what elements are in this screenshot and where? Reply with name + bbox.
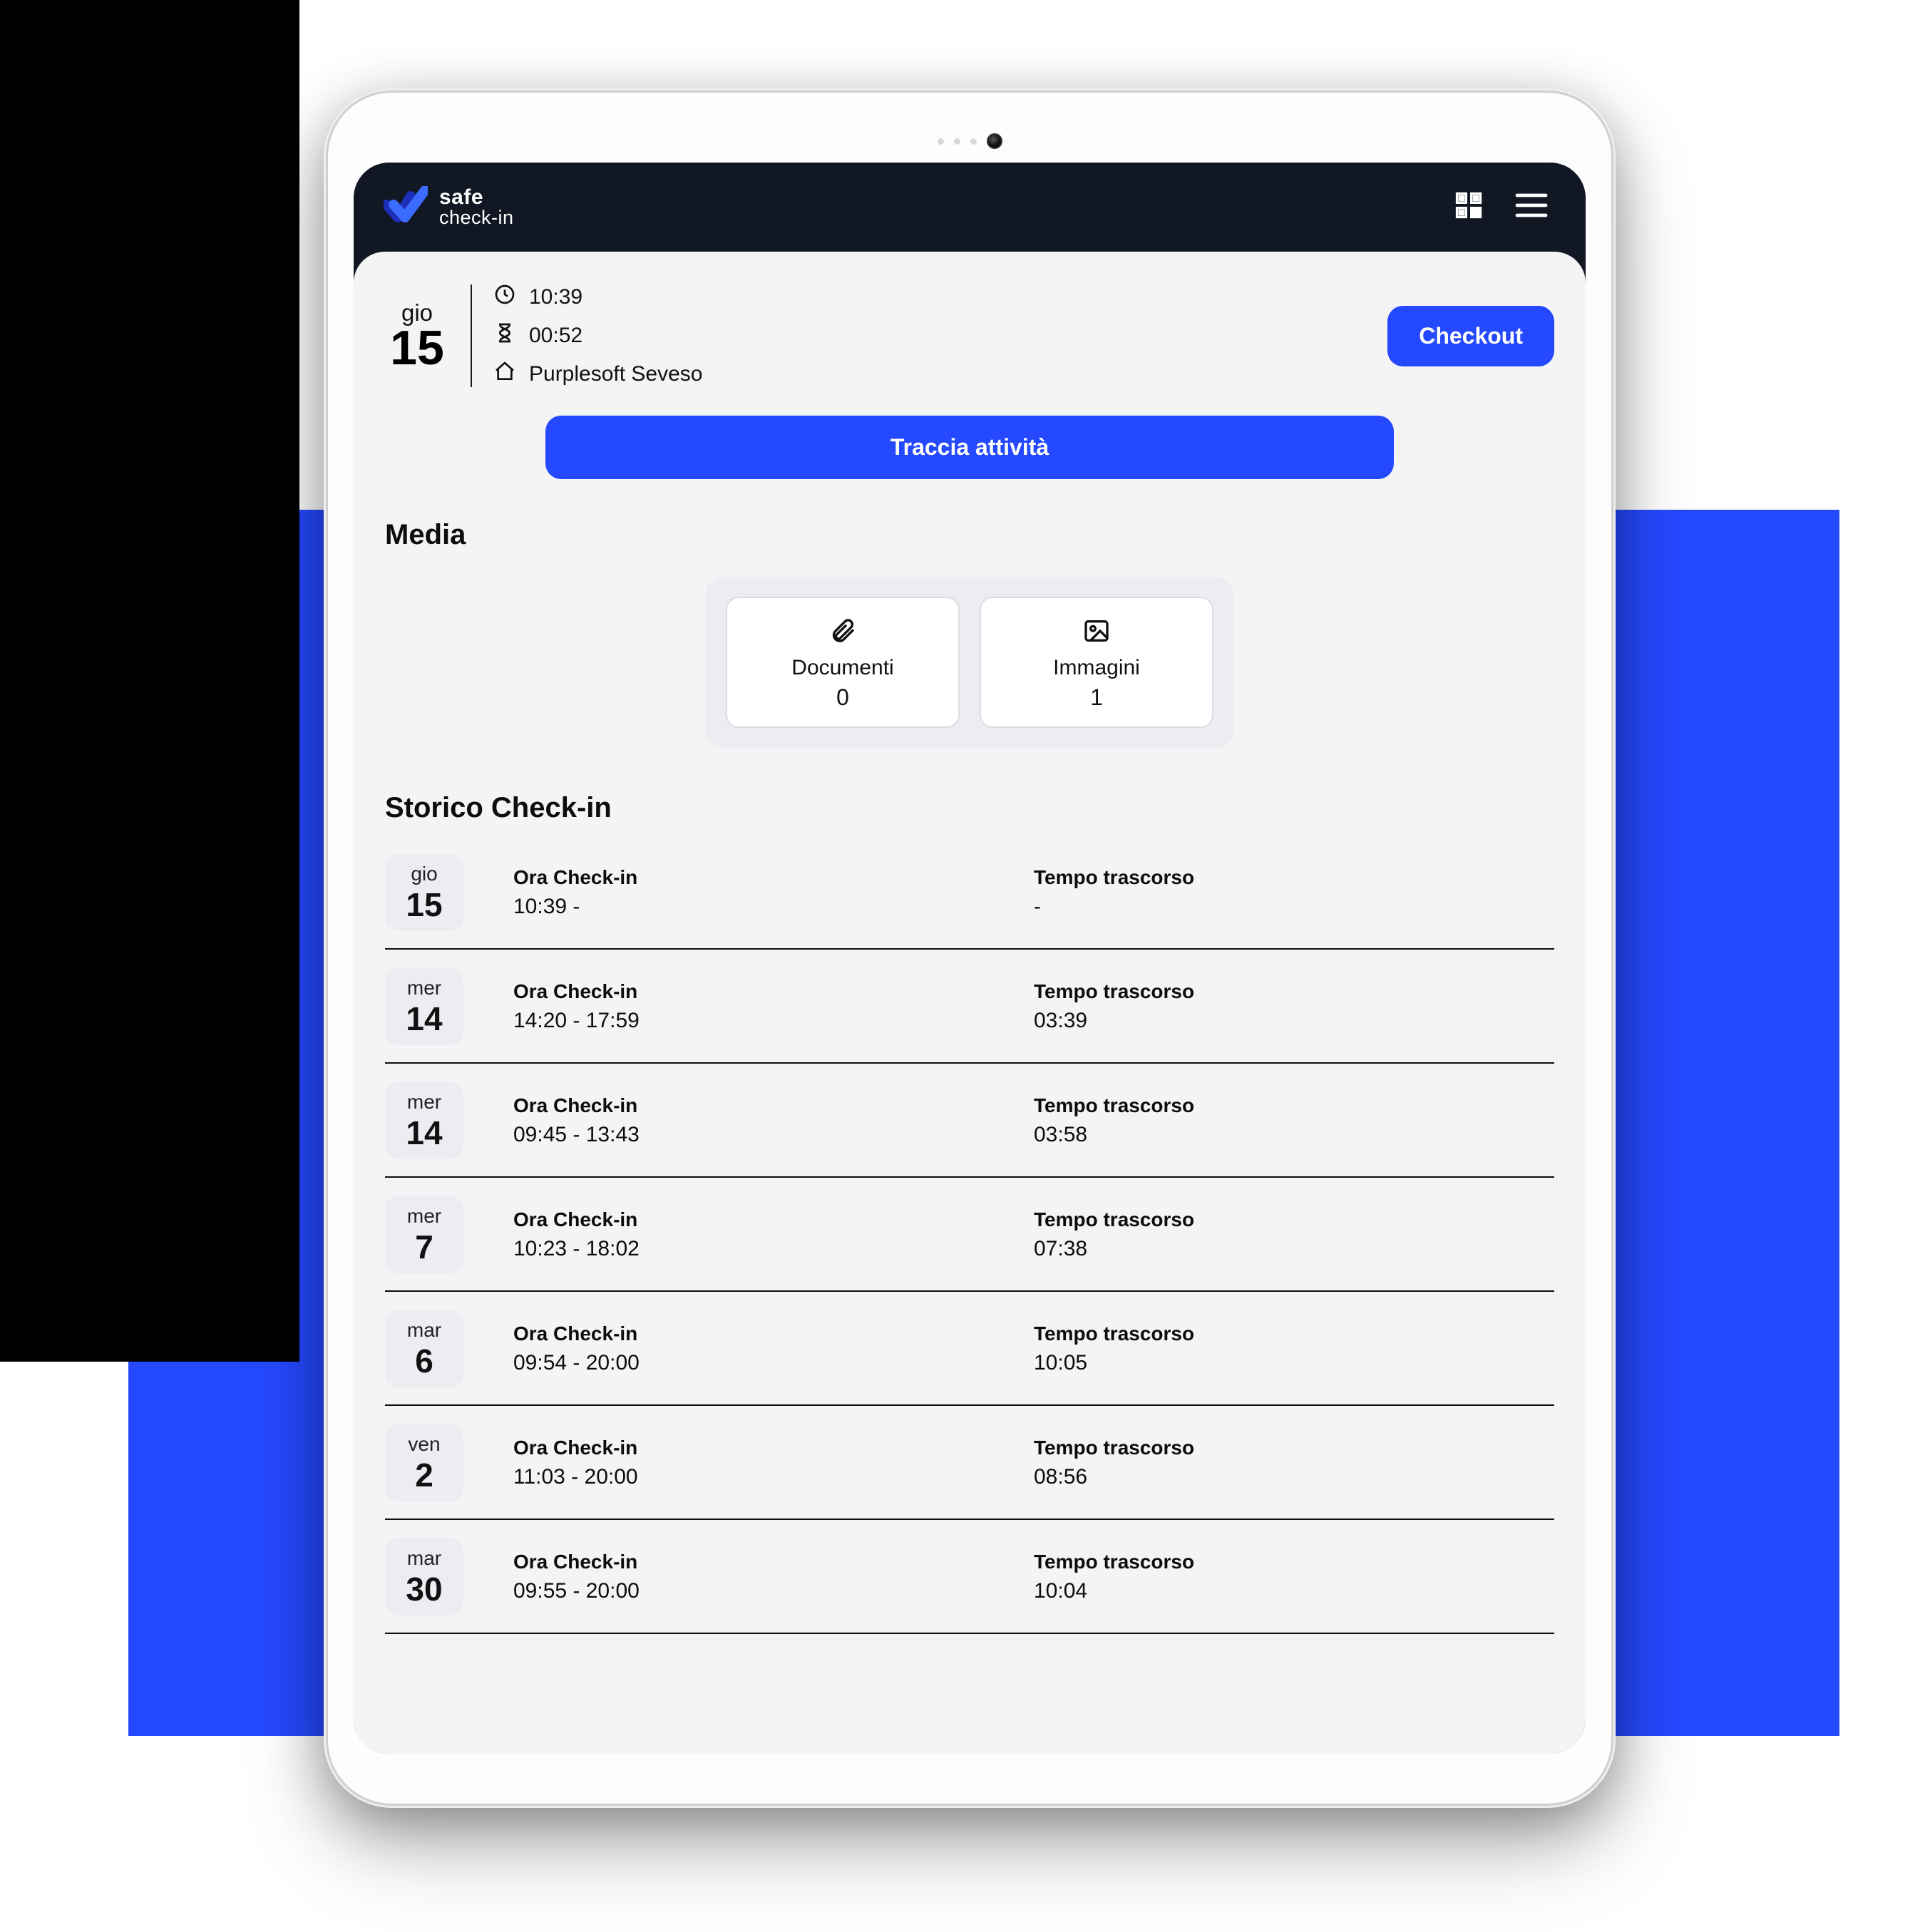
front-camera: [987, 133, 1002, 149]
history-checkin-label: Ora Check-in: [513, 1094, 1034, 1117]
history-day-name: mar: [407, 1548, 441, 1568]
images-count: 1: [1090, 684, 1103, 711]
tablet-hardware-top: [354, 120, 1586, 163]
history-row[interactable]: mar 30 Ora Check-in 09:55 - 20:00Tempo tras…: [385, 1520, 1554, 1634]
history-elapsed-label: Tempo trascorso: [1034, 980, 1554, 1003]
history-checkin-label: Ora Check-in: [513, 1551, 1034, 1573]
history-checkin-label: Ora Check-in: [513, 1322, 1034, 1345]
media-heading: Media: [385, 519, 1554, 551]
history-row[interactable]: ven 2 Ora Check-in 11:03 - 20:00Tempo trasc…: [385, 1406, 1554, 1520]
history-elapsed-label: Tempo trascorso: [1034, 1322, 1554, 1345]
history-list: gio15Ora Check-in10:39 -Tempo trascorso-…: [385, 850, 1554, 1634]
media-panel: Documenti 0 Immagini 1: [706, 577, 1233, 748]
history-date-badge: gio 15: [385, 854, 463, 931]
history-date-badge: mar 30: [385, 1538, 463, 1615]
decor-black-block: [0, 0, 299, 1362]
history-date-badge: mer 7: [385, 1196, 463, 1273]
history-elapsed-label: Tempo trascorso: [1034, 1208, 1554, 1231]
documents-label: Documenti: [791, 656, 893, 680]
app-topbar: safe check-in: [354, 163, 1586, 252]
home-icon: [493, 360, 516, 389]
divider: [471, 284, 472, 387]
history-row[interactable]: mer 14 Ora Check-in 14:20 - 17:59Tempo tras…: [385, 950, 1554, 1064]
history-day-name: ven: [408, 1434, 440, 1454]
current-day-number: 15: [390, 324, 444, 372]
page-body: gio 15 10:39: [354, 252, 1586, 1754]
history-row[interactable]: mer 7 Ora Check-in 10:23 - 18:02Tempo trasc…: [385, 1178, 1554, 1292]
history-checkin-label: Ora Check-in: [513, 1208, 1034, 1231]
history-date-badge: mer 14: [385, 1082, 463, 1159]
history-day-number: 7: [415, 1230, 433, 1263]
logo-text: safe check-in: [439, 187, 514, 227]
logo-line1: safe: [439, 187, 514, 208]
clock-icon: [493, 283, 516, 312]
history-time-range: 09:45 - 13:43: [513, 1123, 1034, 1147]
app-logo[interactable]: safe check-in: [384, 186, 514, 228]
history-time-range: 10:39 -: [513, 895, 1034, 919]
history-row[interactable]: gio 15 Ora Check-in 10:39 -Tempo trascorso -: [385, 850, 1554, 950]
history-day-number: 15: [406, 888, 442, 921]
history-day-number: 2: [415, 1459, 433, 1491]
history-elapsed-value: 03:39: [1034, 1009, 1554, 1033]
speaker-dot: [938, 138, 944, 145]
history-date-badge: mer 14: [385, 968, 463, 1045]
history-day-number: 14: [406, 1002, 442, 1035]
history-day-number: 6: [415, 1345, 433, 1377]
attachment-icon: [828, 617, 857, 649]
session-elapsed: 00:52: [529, 324, 582, 348]
history-checkin-label: Ora Check-in: [513, 866, 1034, 889]
documents-card[interactable]: Documenti 0: [726, 597, 960, 728]
history-elapsed-label: Tempo trascorso: [1034, 866, 1554, 889]
history-time-range: 09:54 - 20:00: [513, 1351, 1034, 1375]
session-meta: 10:39 00:52: [493, 283, 702, 389]
menu-icon[interactable]: [1514, 191, 1549, 223]
history-checkin-label: Ora Check-in: [513, 980, 1034, 1003]
documents-count: 0: [836, 684, 849, 711]
session-time: 10:39: [529, 285, 582, 309]
qr-icon[interactable]: [1453, 190, 1484, 225]
checkout-button[interactable]: Checkout: [1387, 306, 1554, 366]
logo-line2: check-in: [439, 208, 514, 227]
history-heading: Storico Check-in: [385, 792, 1554, 824]
bottom-fade: [354, 1725, 1586, 1754]
session-location: Purplesoft Seveso: [529, 362, 702, 386]
history-time-range: 10:23 - 18:02: [513, 1237, 1034, 1261]
history-elapsed-value: 10:04: [1034, 1579, 1554, 1603]
speaker-dot: [954, 138, 960, 145]
history-day-number: 14: [406, 1116, 442, 1149]
history-day-name: gio: [411, 864, 437, 884]
history-day-name: mer: [407, 1092, 441, 1112]
history-row[interactable]: mer 14 Ora Check-in 09:45 - 13:43Tempo tras…: [385, 1064, 1554, 1178]
images-card[interactable]: Immagini 1: [980, 597, 1213, 728]
history-time-range: 11:03 - 20:00: [513, 1465, 1034, 1489]
hourglass-icon: [493, 322, 516, 350]
history-time-range: 14:20 - 17:59: [513, 1009, 1034, 1033]
tablet-frame: safe check-in: [328, 93, 1611, 1804]
images-label: Immagini: [1053, 656, 1140, 680]
history-elapsed-value: 10:05: [1034, 1351, 1554, 1375]
history-date-badge: ven 2: [385, 1424, 463, 1501]
current-session: gio 15 10:39: [385, 283, 1554, 389]
history-time-range: 09:55 - 20:00: [513, 1579, 1034, 1603]
history-day-name: mer: [407, 978, 441, 998]
speaker-dot: [970, 138, 977, 145]
track-activity-button[interactable]: Traccia attività: [545, 416, 1394, 479]
history-elapsed-value: 08:56: [1034, 1465, 1554, 1489]
current-day-badge: gio 15: [385, 283, 449, 389]
history-day-name: mar: [407, 1320, 441, 1340]
check-logo-icon: [384, 186, 428, 228]
history-row[interactable]: mar 6 Ora Check-in 09:54 - 20:00Tempo trasc…: [385, 1292, 1554, 1406]
history-day-name: mer: [407, 1206, 441, 1226]
history-elapsed-label: Tempo trascorso: [1034, 1094, 1554, 1117]
history-elapsed-label: Tempo trascorso: [1034, 1437, 1554, 1459]
history-elapsed-value: 07:38: [1034, 1237, 1554, 1261]
history-date-badge: mar 6: [385, 1310, 463, 1387]
tablet-screen: safe check-in: [354, 163, 1586, 1754]
history-elapsed-label: Tempo trascorso: [1034, 1551, 1554, 1573]
image-icon: [1082, 617, 1111, 649]
history-day-number: 30: [406, 1573, 442, 1605]
history-elapsed-value: -: [1034, 895, 1554, 919]
history-elapsed-value: 03:58: [1034, 1123, 1554, 1147]
history-checkin-label: Ora Check-in: [513, 1437, 1034, 1459]
